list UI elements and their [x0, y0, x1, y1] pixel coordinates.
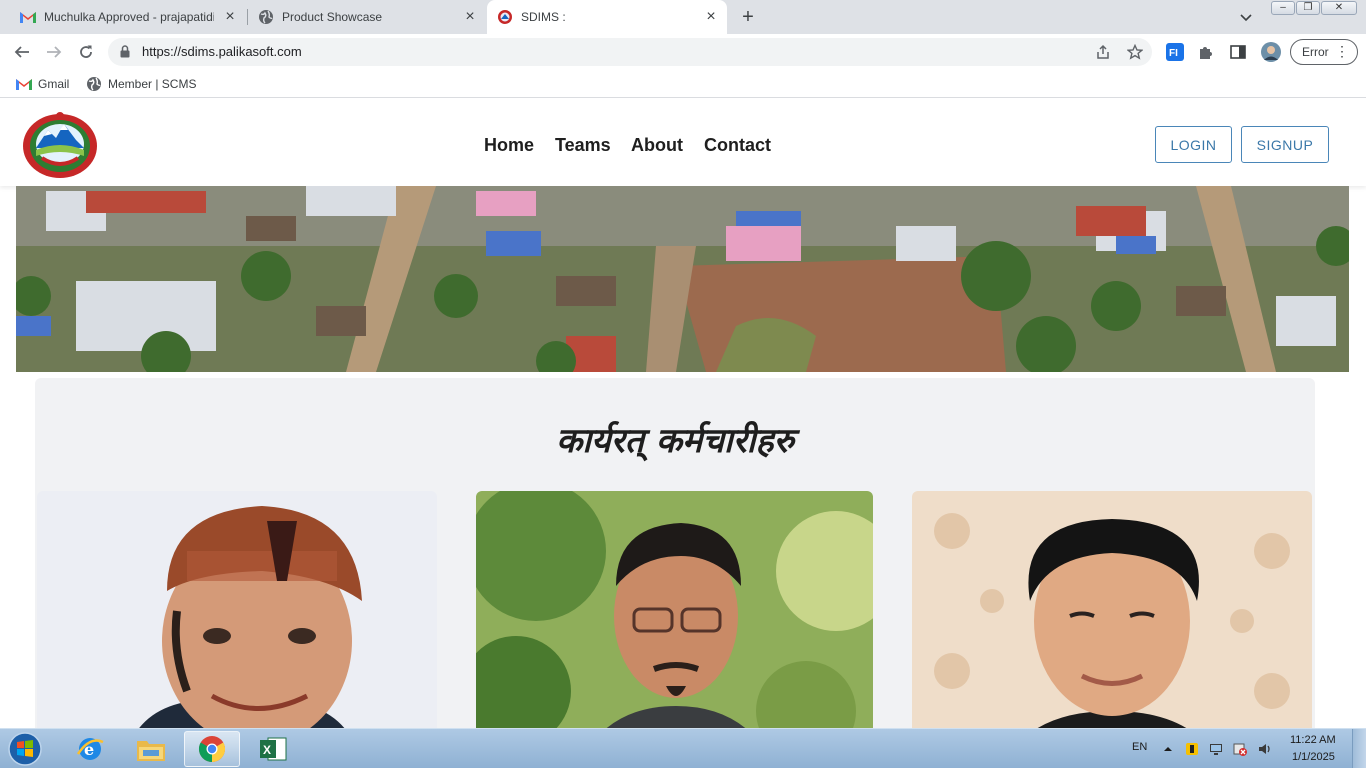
reload-icon[interactable] — [76, 42, 96, 62]
hero-town-image — [16, 186, 1349, 372]
minimize-window-icon[interactable]: – — [1271, 1, 1295, 15]
file-explorer-icon[interactable] — [123, 731, 179, 767]
gmail-icon — [20, 9, 36, 25]
profile-error-label: Error — [1302, 45, 1329, 59]
windows-taskbar: e X EN 11:22 AM 1/1/2025 — [0, 728, 1366, 768]
close-icon[interactable]: × — [222, 9, 238, 25]
globe-icon — [258, 9, 274, 25]
close-icon[interactable]: × — [462, 9, 478, 25]
new-tab-icon[interactable]: + — [738, 7, 758, 27]
network-tray-icon[interactable] — [1209, 742, 1223, 756]
bookmarks-bar: Gmail Member | SCMS — [0, 70, 1366, 98]
restore-window-icon[interactable]: ❐ — [1296, 1, 1320, 15]
show-desktop-button[interactable] — [1352, 729, 1366, 768]
signup-button[interactable]: SIGNUP — [1241, 126, 1329, 163]
action-center-flag-icon[interactable] — [1233, 742, 1247, 756]
clock-date[interactable]: 1/1/2025 — [1292, 751, 1335, 763]
forward-arrow-icon[interactable] — [44, 42, 64, 62]
address-bar[interactable]: https://sdims.palikasoft.com — [108, 38, 1152, 66]
nepal-government-emblem-logo[interactable] — [20, 110, 100, 178]
globe-icon — [86, 76, 102, 92]
tab-sdims[interactable]: SDIMS : × — [487, 0, 727, 34]
extension-fi-icon[interactable]: FI — [1166, 43, 1184, 61]
staff-card[interactable] — [912, 491, 1312, 728]
site-emblem-icon — [497, 9, 513, 25]
tab-title: SDIMS : — [521, 10, 566, 24]
back-arrow-icon[interactable] — [12, 42, 32, 62]
gmail-icon — [16, 76, 32, 92]
nav-contact-link[interactable]: Contact — [704, 135, 771, 156]
extensions-puzzle-icon[interactable] — [1198, 44, 1216, 62]
lock-icon[interactable] — [120, 45, 130, 63]
profile-avatar-icon[interactable] — [1261, 42, 1281, 62]
bookmark-label: Gmail — [38, 77, 70, 91]
internet-explorer-icon[interactable]: e — [62, 731, 118, 767]
staff-photo — [476, 491, 873, 728]
svg-text:FI: FI — [1169, 48, 1178, 59]
security-shield-tray-icon[interactable] — [1185, 742, 1199, 756]
site-header: Home Teams About Contact LOGIN SIGNUP — [0, 102, 1366, 186]
tab-gmail[interactable]: Muchulka Approved - prajapatidi × — [8, 0, 246, 34]
bookmark-gmail[interactable]: Gmail — [16, 76, 69, 92]
bookmark-star-icon[interactable] — [1126, 43, 1144, 60]
chrome-icon[interactable] — [184, 731, 240, 767]
nav-teams-link[interactable]: Teams — [555, 135, 611, 156]
staff-section-heading: कार्यरत् कर्मचारीहरु — [556, 421, 794, 461]
svg-text:X: X — [263, 743, 271, 757]
tab-title: Muchulka Approved - prajapatidi — [44, 10, 214, 24]
page-viewport: Home Teams About Contact LOGIN SIGNUP का… — [0, 102, 1366, 728]
url-text: https://sdims.palikasoft.com — [142, 44, 302, 59]
nav-home-link[interactable]: Home — [484, 135, 534, 156]
tab-product-showcase[interactable]: Product Showcase × — [248, 0, 486, 34]
close-window-icon[interactable]: ✕ — [1321, 1, 1357, 15]
side-panel-icon[interactable] — [1230, 44, 1248, 62]
show-hidden-icons-chevron-icon[interactable] — [1162, 742, 1176, 756]
more-vertical-icon[interactable]: ⋮ — [1335, 43, 1349, 59]
staff-card[interactable] — [37, 491, 437, 728]
share-icon[interactable] — [1095, 44, 1111, 60]
staff-photo — [37, 491, 437, 728]
volume-speaker-icon[interactable] — [1258, 742, 1272, 756]
login-button[interactable]: LOGIN — [1155, 126, 1232, 163]
windows-start-icon[interactable] — [6, 731, 44, 767]
tab-search-chevron-icon[interactable] — [1238, 9, 1254, 25]
tab-title: Product Showcase — [282, 10, 383, 24]
bookmark-member-scms[interactable]: Member | SCMS — [86, 76, 196, 92]
browser-toolbar: https://sdims.palikasoft.com FI Error ⋮ — [0, 34, 1366, 70]
bookmark-label: Member | SCMS — [108, 77, 197, 91]
close-icon[interactable]: × — [703, 9, 719, 25]
browser-tab-strip: Muchulka Approved - prajapatidi × Produc… — [0, 0, 1366, 34]
clock-time[interactable]: 11:22 AM — [1290, 734, 1336, 746]
nav-about-link[interactable]: About — [631, 135, 683, 156]
working-staff-section: कार्यरत् कर्मचारीहरु — [35, 378, 1315, 728]
excel-icon[interactable]: X — [245, 731, 301, 767]
staff-card[interactable] — [476, 491, 873, 728]
input-language-indicator[interactable]: EN — [1132, 741, 1147, 753]
staff-photo — [912, 491, 1312, 728]
profile-error-button[interactable]: Error ⋮ — [1290, 39, 1358, 65]
